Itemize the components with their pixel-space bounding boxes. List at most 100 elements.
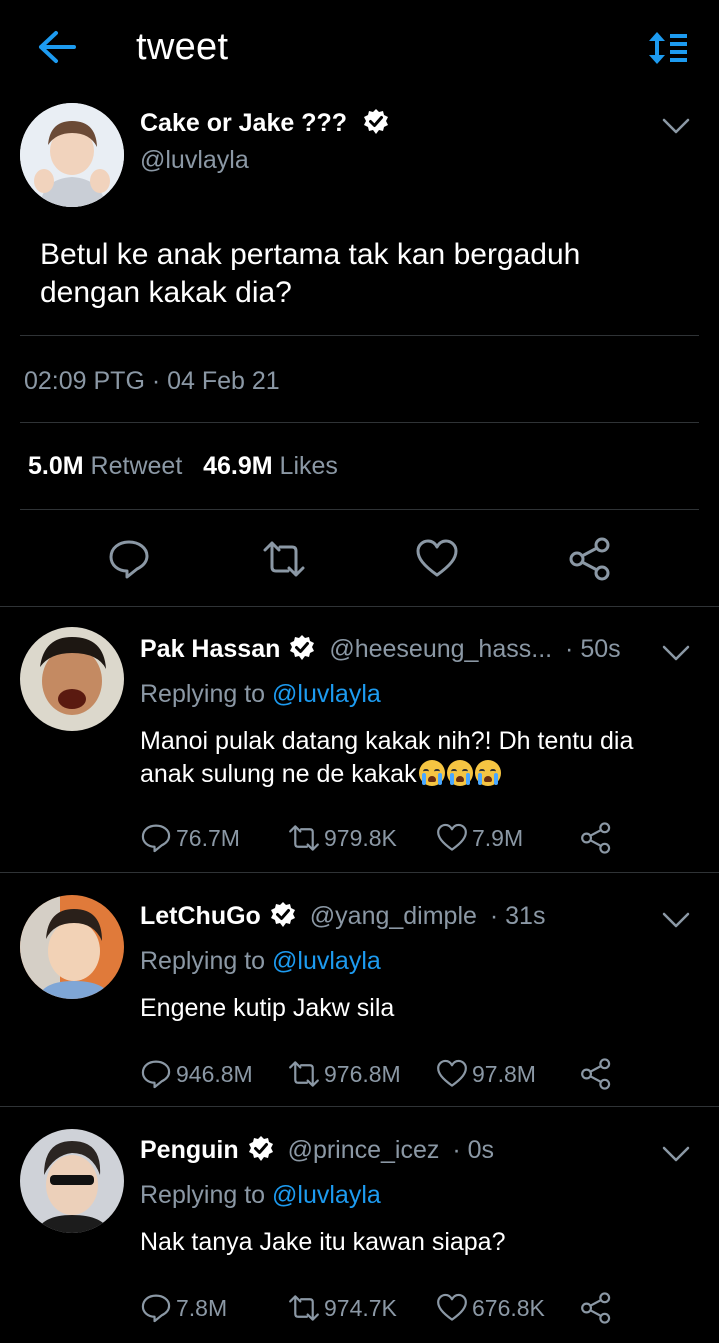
avatar[interactable] bbox=[20, 1129, 124, 1233]
mention-link[interactable]: @luvlayla bbox=[272, 947, 381, 975]
comment-count: 946.8M bbox=[176, 1060, 253, 1087]
like-icon[interactable] bbox=[415, 537, 459, 581]
chevron-down-icon[interactable] bbox=[662, 644, 690, 662]
retweet-count: 974.7K bbox=[324, 1294, 397, 1321]
replying-to: Replying to @luvlayla bbox=[140, 680, 381, 709]
comment-icon bbox=[141, 1060, 171, 1089]
chevron-down-icon[interactable] bbox=[662, 1145, 690, 1163]
avatar[interactable] bbox=[20, 895, 124, 999]
tweet-author-name[interactable]: Cake or Jake ??? bbox=[140, 108, 390, 138]
like-count[interactable]: 46.9M bbox=[203, 452, 272, 480]
reply-time: · 0s bbox=[452, 1136, 495, 1164]
replying-to-label: Replying to bbox=[140, 947, 266, 975]
replying-to-label: Replying to bbox=[140, 1181, 266, 1209]
reply-share-action[interactable] bbox=[580, 1292, 616, 1324]
crying-emoji-icon bbox=[474, 760, 501, 786]
comment-count: 7.8M bbox=[176, 1294, 228, 1321]
verified-icon bbox=[248, 1136, 273, 1161]
reply-text-span: anak sulung ne de kakak bbox=[140, 760, 417, 788]
author-name-text[interactable]: Cake or Jake ??? bbox=[140, 109, 347, 137]
divider bbox=[20, 509, 699, 510]
retweet-count: 976.8M bbox=[324, 1060, 401, 1087]
like-icon bbox=[437, 1293, 467, 1321]
verified-icon bbox=[290, 635, 315, 660]
reply-text-line: Nak tanya Jake itu kawan siapa? bbox=[140, 1228, 506, 1256]
reply-time: · 50s bbox=[565, 635, 621, 663]
comment-count: 76.7M bbox=[176, 824, 240, 851]
share-icon bbox=[581, 822, 611, 854]
reply-comment-action[interactable]: 946.8M bbox=[140, 1058, 253, 1090]
mention-link[interactable]: @luvlayla bbox=[272, 680, 381, 708]
share-icon bbox=[581, 1292, 611, 1324]
avatar[interactable] bbox=[20, 103, 124, 207]
retweet-icon bbox=[289, 1061, 319, 1087]
divider bbox=[0, 606, 719, 607]
share-icon bbox=[581, 1058, 611, 1090]
tweet-timestamp: 02:09 PTG · 04 Feb 21 bbox=[24, 367, 280, 395]
retweet-count: 979.8K bbox=[324, 824, 397, 851]
reply-text: Nak tanya Jake itu kawan siapa? bbox=[140, 1226, 506, 1259]
reply-retweet-action[interactable]: 976.8M bbox=[288, 1058, 401, 1090]
reply-author-handle[interactable]: @heeseung_hass... bbox=[329, 635, 552, 663]
comment-icon[interactable] bbox=[107, 537, 151, 581]
reply-author-name[interactable]: LetChuGo bbox=[140, 902, 261, 930]
divider bbox=[0, 1106, 719, 1107]
like-count: 7.9M bbox=[472, 824, 524, 851]
crying-emoji-icon bbox=[418, 760, 445, 786]
reply-text-line: anak sulung ne de kakak bbox=[140, 758, 633, 791]
replying-to-label: Replying to bbox=[140, 680, 266, 708]
chevron-down-icon[interactable] bbox=[662, 117, 690, 135]
chevron-down-icon[interactable] bbox=[662, 911, 690, 929]
reply-header: Pak Hassan @heeseung_hass... · 50s bbox=[140, 634, 621, 664]
reply-comment-action[interactable]: 76.7M bbox=[140, 822, 240, 854]
retweet-icon bbox=[289, 825, 319, 851]
like-label[interactable]: Likes bbox=[280, 452, 338, 480]
reply-header: LetChuGo @yang_dimple · 31s bbox=[140, 901, 545, 931]
reply-text: Engene kutip Jakw sila bbox=[140, 992, 394, 1025]
like-icon bbox=[437, 823, 467, 851]
reply-author-handle[interactable]: @yang_dimple bbox=[310, 902, 477, 930]
tweet-text-line: dengan kakak dia? bbox=[40, 276, 292, 309]
reply-like-action[interactable]: 7.9M bbox=[436, 822, 523, 854]
sort-icon[interactable] bbox=[645, 30, 689, 66]
reply-share-action[interactable] bbox=[580, 822, 616, 854]
divider bbox=[0, 872, 719, 873]
verified-icon bbox=[270, 902, 295, 927]
reply-header: Penguin @prince_icez · 0s bbox=[140, 1135, 494, 1165]
reply-comment-action[interactable]: 7.8M bbox=[140, 1292, 227, 1324]
retweet-icon[interactable] bbox=[262, 537, 306, 581]
share-icon[interactable] bbox=[568, 537, 612, 581]
replying-to: Replying to @luvlayla bbox=[140, 1181, 381, 1210]
divider bbox=[20, 335, 699, 336]
comment-icon bbox=[141, 1294, 171, 1323]
reply-share-action[interactable] bbox=[580, 1058, 616, 1090]
comment-icon bbox=[141, 824, 171, 853]
tweet-text-line: Betul ke anak pertama tak kan bergaduh bbox=[40, 238, 581, 271]
retweet-icon bbox=[289, 1295, 319, 1321]
page-title: tweet bbox=[136, 26, 229, 68]
back-arrow-icon[interactable] bbox=[36, 28, 78, 66]
reply-author-name[interactable]: Penguin bbox=[140, 1136, 239, 1164]
tweet-author-handle[interactable]: @luvlayla bbox=[140, 146, 249, 175]
like-count: 97.8M bbox=[472, 1060, 536, 1087]
reply-like-action[interactable]: 97.8M bbox=[436, 1058, 536, 1090]
avatar[interactable] bbox=[20, 627, 124, 731]
reply-retweet-action[interactable]: 979.8K bbox=[288, 822, 397, 854]
reply-author-name[interactable]: Pak Hassan bbox=[140, 635, 280, 663]
mention-link[interactable]: @luvlayla bbox=[272, 1181, 381, 1209]
reply-retweet-action[interactable]: 974.7K bbox=[288, 1292, 397, 1324]
divider bbox=[20, 422, 699, 423]
replying-to: Replying to @luvlayla bbox=[140, 947, 381, 976]
reply-like-action[interactable]: 676.8K bbox=[436, 1292, 545, 1324]
retweet-label[interactable]: Retweet bbox=[91, 452, 183, 480]
reply-text-line: Engene kutip Jakw sila bbox=[140, 994, 395, 1022]
retweet-count[interactable]: 5.0M bbox=[28, 452, 84, 480]
reply-author-handle[interactable]: @prince_icez bbox=[288, 1136, 440, 1164]
reply-text-line: Manoi pulak datang kakak nih?! Dh tentu … bbox=[140, 727, 634, 755]
like-icon bbox=[437, 1059, 467, 1087]
reply-time: · 31s bbox=[489, 902, 546, 930]
verified-icon bbox=[363, 109, 388, 134]
tweet-text: Betul ke anak pertama tak kan bergaduh d… bbox=[40, 236, 580, 312]
like-count: 676.8K bbox=[472, 1294, 545, 1321]
tweet-stats: 5.0M Retweet 46.9M Likes bbox=[28, 452, 338, 481]
